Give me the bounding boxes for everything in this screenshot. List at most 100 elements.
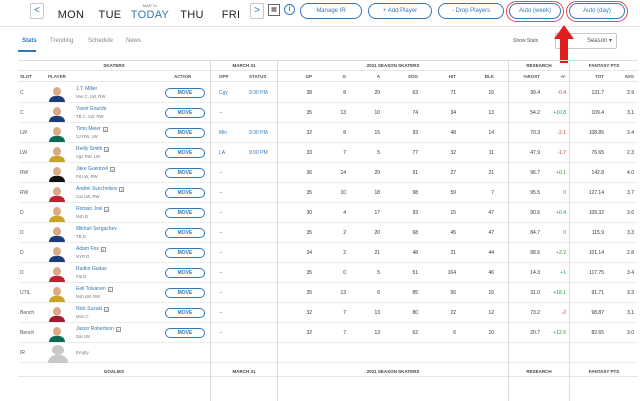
player-name: Empty (76, 350, 89, 355)
stat-gp: 35 (306, 230, 312, 236)
stat-sog: 51 (412, 270, 418, 276)
tab-schedule[interactable]: Schedule (88, 38, 113, 44)
stat-rost: 90.6 (530, 210, 540, 216)
stat-blk: 21 (488, 170, 494, 176)
stat-rost: 14.3 (530, 270, 540, 276)
move-button[interactable]: MOVE (165, 148, 205, 158)
move-button[interactable]: MOVE (165, 288, 205, 298)
game-status[interactable]: 9:30 PM (249, 123, 268, 143)
tab-stats[interactable]: Stats (22, 38, 37, 44)
player-name-link[interactable]: Radko Gudas (76, 266, 107, 272)
player-team-positions: Nsh D (76, 214, 88, 219)
news-icon[interactable]: ≡ (119, 187, 125, 192)
move-button[interactable]: MOVE (165, 188, 205, 198)
move-button[interactable]: MOVE (165, 308, 205, 318)
column-header-row: SLOT PLAYER ACTION OPP STATUS GP G A SOG… (18, 72, 638, 82)
opponent[interactable]: Min (219, 123, 227, 143)
stat-hit: 21 (450, 250, 456, 256)
calendar-icon[interactable]: ▦ (268, 4, 280, 16)
stat-average: 2.3 (627, 150, 634, 156)
group-header-row: SKATERS MARCH 31 2021 SEASON SKATERS RES… (18, 61, 638, 71)
manage-ir-button[interactable]: Manage IR (300, 3, 362, 19)
stat-rost: 70.3 (530, 130, 540, 136)
stat-a: 20 (374, 90, 380, 96)
player-name-link[interactable]: Andrei Svechnikov ≡ (76, 186, 125, 192)
auto-week-button[interactable]: Auto (week) (509, 3, 561, 19)
stat-total: 109.32 (588, 210, 604, 216)
news-icon[interactable]: ≡ (104, 207, 110, 212)
stat-a: 5 (377, 270, 380, 276)
stat-average: 3.4 (627, 270, 634, 276)
player-name-link[interactable]: J.T. Miller (76, 86, 97, 92)
opponent[interactable]: LA (219, 143, 225, 163)
news-icon[interactable]: ≡ (115, 327, 121, 332)
news-icon[interactable]: ≡ (109, 167, 115, 172)
prev-week-button[interactable]: < (30, 3, 44, 19)
stat-hit (430, 343, 456, 363)
day-tue[interactable]: TUE (92, 3, 128, 23)
move-button[interactable]: MOVE (165, 328, 205, 338)
player-name-link[interactable]: Eeli Tolvanen ≡ (76, 286, 113, 292)
add-player-button[interactable]: + Add Player (368, 3, 432, 19)
stat-average (606, 343, 634, 363)
player-name-link[interactable]: Timo Meier ≡ (76, 126, 108, 132)
tab-trending[interactable]: Trending (50, 38, 73, 44)
stat-g (322, 343, 346, 363)
stat-plus-minus: +10.8 (553, 110, 566, 116)
stat-blk: 10 (488, 330, 494, 336)
day-mon[interactable]: MON (52, 3, 90, 23)
info-icon[interactable]: i (284, 4, 295, 15)
stat-gp: 32 (306, 310, 312, 316)
opponent[interactable]: Cgy (219, 83, 228, 103)
player-row: D Mikhail Sergachev TB D MOVE -- 35 2 20 68 45 47 8… (18, 223, 638, 243)
news-icon[interactable]: ≡ (100, 247, 106, 252)
auto-day-button[interactable]: Auto (day) (569, 3, 625, 19)
stat-rost: 84.7 (530, 230, 540, 236)
news-icon[interactable]: ≡ (102, 127, 108, 132)
move-button[interactable]: MOVE (165, 208, 205, 218)
day-today[interactable]: MAR 31 TODAY (130, 3, 170, 23)
news-icon[interactable]: ≡ (107, 287, 113, 292)
move-button[interactable]: MOVE (165, 248, 205, 258)
player-name-link[interactable]: Jason Robertson ≡ (76, 326, 121, 332)
stat-sog: 63 (412, 90, 418, 96)
player-row: C J.T. Miller Van C, LW, RW MOVE Cgy 9:30 PM 3… (18, 83, 638, 103)
slot-label: IR (20, 350, 25, 356)
day-fri[interactable]: FRI (214, 3, 248, 23)
player-team-positions: Car LW, RW (76, 194, 100, 199)
opponent: -- (219, 210, 223, 216)
slot-label: RW (20, 170, 29, 176)
player-name-link[interactable]: Roman Josi ≡ (76, 206, 110, 212)
player-name-link[interactable]: Nick Suzuki ≡ (76, 306, 110, 312)
news-icon[interactable]: ≡ (104, 307, 110, 312)
avatar (48, 205, 66, 222)
tab-news[interactable]: News (126, 38, 141, 44)
opponent: -- (219, 190, 223, 196)
move-button[interactable]: MOVE (165, 128, 205, 138)
stat-g: 7 (343, 150, 346, 156)
move-button[interactable]: MOVE (165, 268, 205, 278)
news-icon[interactable]: ≡ (104, 147, 110, 152)
drop-players-button[interactable]: - Drop Players (438, 3, 504, 19)
move-button[interactable]: MOVE (165, 88, 205, 98)
player-name-link[interactable]: Yanni Gourde (76, 106, 106, 112)
move-button[interactable]: MOVE (165, 228, 205, 238)
opponent: -- (219, 290, 223, 296)
player-name-link[interactable]: Jake Guentzel ≡ (76, 166, 115, 172)
player-name-link[interactable]: Reilly Smith ≡ (76, 146, 110, 152)
game-status[interactable]: 9:30 PM (249, 83, 268, 103)
stat-average: 3.9 (627, 90, 634, 96)
next-week-button[interactable]: > (250, 3, 264, 19)
player-team-positions: Pit LW, RW (76, 174, 98, 179)
stat-a: 6 (377, 290, 380, 296)
stat-g: 8 (343, 130, 346, 136)
opponent: -- (219, 170, 223, 176)
stat-blk: 7 (491, 190, 494, 196)
move-button[interactable]: MOVE (165, 168, 205, 178)
move-button[interactable]: MOVE (165, 108, 205, 118)
player-name-link[interactable]: Adam Fox ≡ (76, 246, 106, 252)
game-status[interactable]: 9:00 PM (249, 143, 268, 163)
player-name-link[interactable]: Mikhail Sergachev (76, 226, 117, 232)
day-thu[interactable]: THU (174, 3, 210, 23)
stat-sog: 68 (412, 230, 418, 236)
